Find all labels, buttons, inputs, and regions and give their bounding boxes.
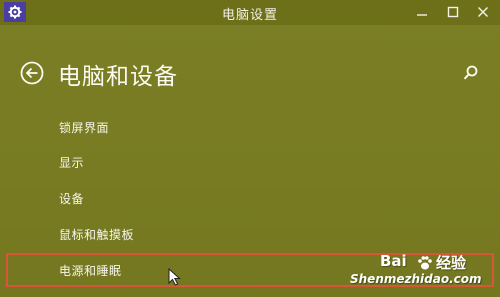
title-bar: 电脑设置: [0, 0, 500, 25]
back-arrow-icon[interactable]: [20, 61, 44, 85]
nav-item-mouse-touchpad[interactable]: 鼠标和触摸板: [59, 226, 134, 243]
watermark-brand-left: Bai: [380, 252, 407, 270]
baidu-jingyan-watermark: Bai 经验 Shenmezhidao.com: [350, 252, 496, 294]
settings-window: 电脑设置 电脑和设备 锁屏界面 显示 设备 鼠标和触摸板 电源和睡眠 Bai 经…: [0, 0, 500, 297]
mouse-cursor-icon: [168, 267, 182, 286]
nav-item-display[interactable]: 显示: [59, 154, 84, 171]
page-title: 电脑和设备: [58, 64, 178, 90]
search-icon[interactable]: [462, 64, 480, 82]
close-icon[interactable]: [474, 3, 492, 21]
minimize-icon[interactable]: [413, 3, 431, 21]
nav-item-power-sleep[interactable]: 电源和睡眠: [59, 262, 122, 279]
nav-item-devices[interactable]: 设备: [59, 190, 84, 207]
watermark-url: Shenmezhidao.com: [350, 272, 482, 286]
paw-icon: [418, 256, 432, 270]
maximize-icon[interactable]: [444, 3, 462, 21]
nav-item-lock-screen[interactable]: 锁屏界面: [59, 119, 109, 136]
watermark-brand-right: 经验: [436, 254, 467, 272]
